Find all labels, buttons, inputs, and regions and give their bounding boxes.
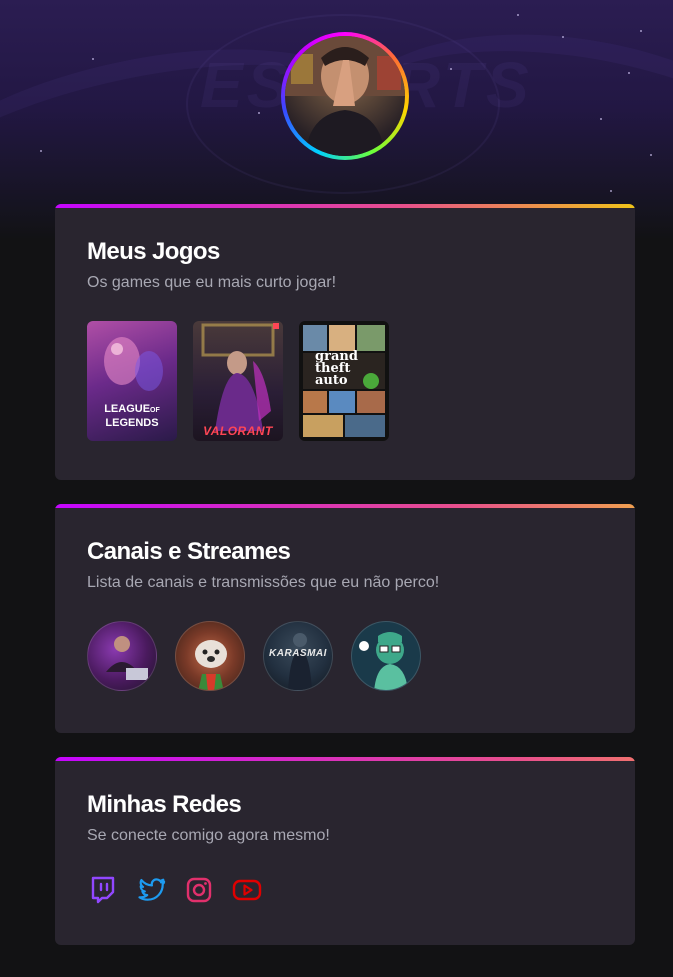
valorant-label: VALORANT [203, 424, 273, 438]
card-gradient-bar [55, 504, 635, 508]
lol-line2: LEGENDS [105, 417, 159, 429]
game-gta-v[interactable]: grand theft auto [299, 321, 389, 441]
games-subtitle: Os games que eu mais curto jogar! [87, 274, 337, 291]
twitch-icon[interactable] [87, 874, 119, 906]
gta-line3: auto [315, 373, 348, 388]
lol-line1: LEAGUE [104, 403, 151, 415]
channels-card: Canais e Streames Lista de canais e tran… [55, 504, 635, 733]
avatar [285, 36, 405, 156]
channels-subtitle: Lista de canais e transmissões que eu nã… [87, 574, 440, 591]
avatar-ring [281, 32, 409, 160]
channel-avatar-4[interactable] [351, 621, 421, 691]
card-gradient-bar [55, 204, 635, 208]
card-gradient-bar [55, 757, 635, 761]
games-card: Meus Jogos Os games que eu mais curto jo… [55, 204, 635, 480]
social-card: Minhas Redes Se conecte comigo agora mes… [55, 757, 635, 945]
social-title: Minhas Redes [87, 791, 242, 818]
channel-avatar-karasmai[interactable]: KARASMAI [263, 621, 333, 691]
channels-title: Canais e Streames [87, 538, 291, 565]
games-title: Meus Jogos [87, 238, 220, 265]
game-league-of-legends[interactable]: LEAGUEOF LEGENDS [87, 321, 177, 441]
lol-line1b: OF [150, 407, 160, 414]
instagram-icon[interactable] [183, 874, 215, 906]
twitter-icon[interactable] [135, 874, 167, 906]
channel-avatar-2[interactable] [175, 621, 245, 691]
game-valorant[interactable]: VALORANT [193, 321, 283, 441]
channel-avatar-1[interactable] [87, 621, 157, 691]
social-subtitle: Se conecte comigo agora mesmo! [87, 827, 330, 844]
karasmai-label: KARASMAI [269, 648, 327, 659]
youtube-icon[interactable] [231, 874, 263, 906]
